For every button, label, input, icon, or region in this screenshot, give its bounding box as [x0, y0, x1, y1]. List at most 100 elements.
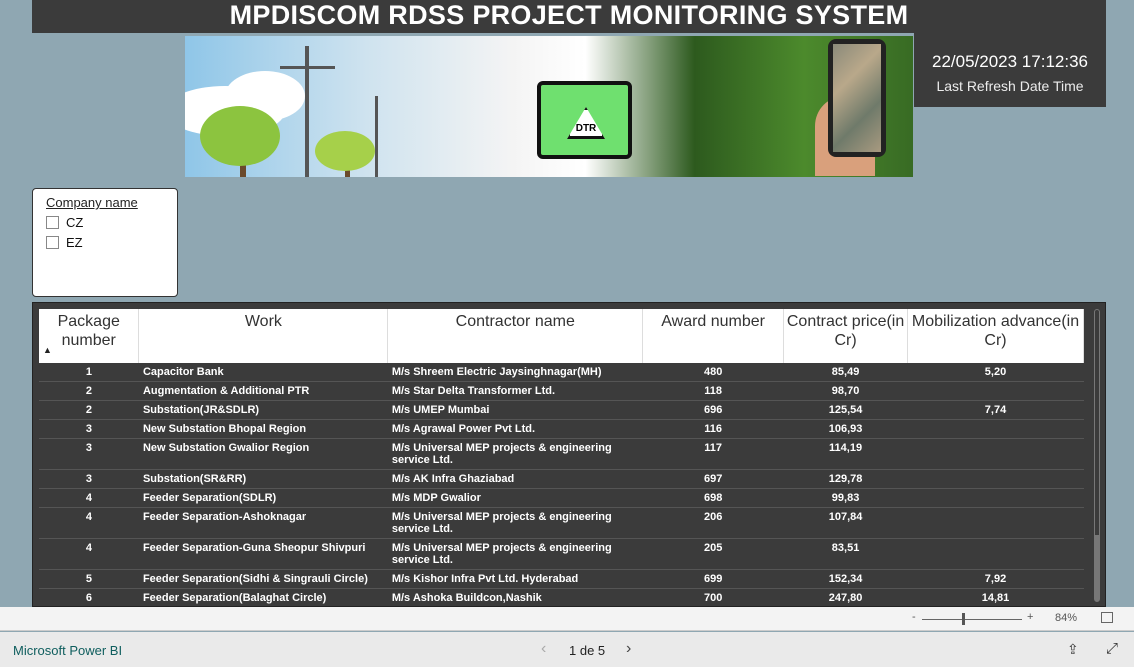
table-cell: M/s Kishor Infra Pvt Ltd. Hyderabad	[387, 569, 643, 589]
slicer-option-cz[interactable]: CZ	[46, 215, 164, 230]
table-row[interactable]: 1 Capacitor Bank M/s Shreem Electric Jaysi…	[39, 363, 1084, 382]
table-cell	[907, 381, 1084, 401]
column-header[interactable]: Award number	[642, 309, 785, 363]
last-refresh-card: 22/05/2023 17:12:36 Last Refresh Date Ti…	[914, 33, 1106, 107]
table-cell: 7,92	[907, 569, 1084, 589]
table-cell: 4	[39, 507, 139, 539]
table-cell: New Substation Bhopal Region	[138, 419, 388, 439]
column-header[interactable]: Contract price(in Cr)	[783, 309, 909, 363]
slicer-title: Company name	[46, 195, 138, 210]
table-cell: Substation(JR&SDLR)	[138, 400, 388, 420]
table-cell: 3	[39, 438, 139, 470]
column-header-label: Work	[244, 313, 282, 330]
table-cell: M/s Star Delta Transformer Ltd.	[387, 381, 643, 401]
zoom-slider-handle[interactable]	[962, 613, 965, 625]
vertical-scrollbar[interactable]	[1094, 309, 1100, 602]
table-cell: 247,80	[783, 588, 908, 606]
page-title: MPDISCOM RDSS PROJECT MONITORING SYSTEM	[32, 0, 1106, 33]
table-cell: 5,20	[907, 363, 1084, 382]
table-cell: 83,51	[783, 538, 908, 570]
table-cell: 4	[39, 538, 139, 570]
table-cell: Feeder Separation(Sidhi & Singrauli Circ…	[138, 569, 388, 589]
column-header[interactable]: Mobilization advance(in Cr)	[907, 309, 1084, 363]
table-cell: 205	[642, 538, 784, 570]
option-label: CZ	[66, 215, 84, 230]
column-header-label: Award number	[661, 313, 766, 330]
table-row[interactable]: 3 New Substation Gwalior Region M/s Univer…	[39, 438, 1084, 470]
table-row[interactable]: 3 New Substation Bhopal Region M/s Agrawal…	[39, 419, 1084, 439]
table-row[interactable]: 4 Feeder Separation-Ashoknagar M/s Univers…	[39, 507, 1084, 539]
table-cell	[907, 438, 1084, 470]
table-cell: M/s Shreem Electric Jaysinghnagar(MH)	[387, 363, 643, 382]
column-header[interactable]: Package number ▲	[39, 309, 140, 363]
table-row[interactable]: 2 Substation(JR&SDLR) M/s UMEP Mumbai 696 12…	[39, 400, 1084, 420]
share-icon[interactable]: ⇪	[1067, 641, 1079, 658]
table-cell	[907, 538, 1084, 570]
transformer-icon: DTR	[537, 81, 632, 159]
table-cell: 6	[39, 588, 139, 606]
table-cell: 99,83	[783, 488, 908, 508]
fullscreen-icon[interactable]: ⤢	[1106, 640, 1118, 657]
table-cell: M/s Ashoka Buildcon,Nashik	[387, 588, 643, 606]
table-cell	[907, 419, 1084, 439]
option-label: EZ	[66, 235, 83, 250]
table-row[interactable]: 2 Augmentation & Additional PTR M/s Star D…	[39, 381, 1084, 401]
refresh-datetime: 22/05/2023 17:12:36	[932, 52, 1088, 71]
table-row[interactable]: 5 Feeder Separation(Sidhi & Singrauli Cir…	[39, 569, 1084, 589]
table-cell: M/s MDP Gwalior	[387, 488, 643, 508]
table-cell: 98,70	[783, 381, 908, 401]
projects-table: Package number ▲ Work Contractor name Award …	[32, 302, 1106, 607]
fit-to-page-icon[interactable]	[1101, 612, 1113, 623]
sort-ascending-icon[interactable]: ▲	[43, 341, 52, 360]
table-cell: Feeder Separation(Balaghat Circle)	[138, 588, 388, 606]
table-row[interactable]: 4 Feeder Separation(SDLR) M/s MDP Gwalior 6…	[39, 488, 1084, 508]
table-cell: 117	[642, 438, 784, 470]
table-cell: 3	[39, 419, 139, 439]
table-cell: M/s Universal MEP projects & engineering…	[387, 438, 643, 470]
phone-map-image	[828, 39, 886, 157]
footer: Microsoft Power BI ‹ 1 de 5 › ⇪ ⤢	[0, 632, 1134, 667]
zoom-slider[interactable]	[922, 619, 1022, 620]
prev-page-button[interactable]: ‹	[541, 640, 546, 658]
table-cell: M/s Universal MEP projects & engineering…	[387, 538, 643, 570]
dtr-label: DTR	[567, 107, 605, 139]
table-cell: Substation(SR&RR)	[138, 469, 388, 489]
table-cell: 696	[642, 400, 784, 420]
table-cell: M/s Agrawal Power Pvt Ltd.	[387, 419, 643, 439]
next-page-button[interactable]: ›	[626, 640, 631, 658]
table-cell: M/s AK Infra Ghaziabad	[387, 469, 643, 489]
table-cell: 129,78	[783, 469, 908, 489]
table-row[interactable]: 6 Feeder Separation(Balaghat Circle) M/s A…	[39, 588, 1084, 606]
power-bi-link[interactable]: Microsoft Power BI	[13, 643, 122, 658]
banner-image: DTR	[185, 36, 913, 177]
table-cell: 206	[642, 507, 784, 539]
table-cell: 3	[39, 469, 139, 489]
slicer-option-ez[interactable]: EZ	[46, 235, 164, 250]
checkbox[interactable]	[46, 216, 59, 229]
table-cell: 125,54	[783, 400, 908, 420]
table-cell: 480	[642, 363, 784, 382]
company-slicer: Company name CZ EZ	[32, 188, 178, 297]
zoom-bar: - + 84%	[0, 607, 1134, 631]
column-header[interactable]: Work	[138, 309, 389, 363]
column-header[interactable]: Contractor name	[387, 309, 644, 363]
table-row[interactable]: 3 Substation(SR&RR) M/s AK Infra Ghaziabad…	[39, 469, 1084, 489]
table-cell	[907, 488, 1084, 508]
table-cell: 85,49	[783, 363, 908, 382]
table-cell: 106,93	[783, 419, 908, 439]
table-row[interactable]: 4 Feeder Separation-Guna Sheopur Shivpuri…	[39, 538, 1084, 570]
table-cell: 2	[39, 400, 139, 420]
zoom-out-button[interactable]: -	[912, 611, 916, 623]
column-header-label: Mobilization advance(in Cr)	[911, 313, 1080, 349]
table-cell: 14,81	[907, 588, 1084, 606]
table-cell: 699	[642, 569, 784, 589]
table-cell: 7,74	[907, 400, 1084, 420]
page-indicator: 1 de 5	[569, 643, 606, 658]
table-cell: 2	[39, 381, 139, 401]
column-header-label: Package number	[57, 313, 120, 349]
checkbox[interactable]	[46, 236, 59, 249]
column-header-label: Contract price(in Cr)	[786, 313, 905, 349]
table-cell: Feeder Separation-Ashoknagar	[138, 507, 388, 539]
table-cell: Feeder Separation(SDLR)	[138, 488, 388, 508]
zoom-in-button[interactable]: +	[1027, 611, 1033, 623]
